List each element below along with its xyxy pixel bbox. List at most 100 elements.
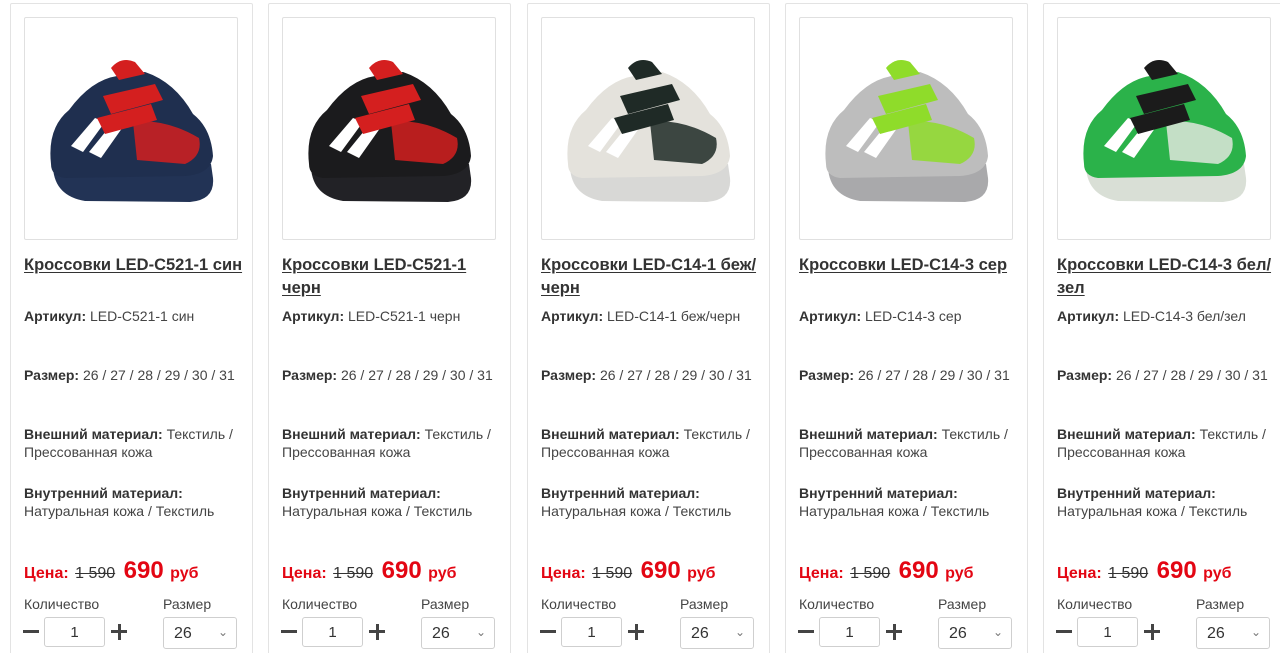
currency: руб: [687, 565, 716, 582]
size-select[interactable]: 26 ⌄: [163, 617, 237, 649]
sneaker-black-red-grow-icon: [308, 60, 472, 202]
outer-material-info: Внешний материал: Текстиль / Прессованна…: [1057, 426, 1266, 460]
quantity-input[interactable]: [1077, 617, 1138, 647]
size-selected: 26: [691, 625, 709, 642]
outer-material-info: Внешний материал: Текстиль / Прессованна…: [24, 426, 233, 460]
new-price: 690: [381, 557, 422, 584]
quantity-label: Количество: [541, 596, 617, 612]
chevron-down-icon: ⌄: [992, 625, 1003, 639]
product-card-2: Кроссовки LED-C521-1 черн Артикул: LED-C…: [268, 3, 511, 653]
new-price: 690: [1156, 557, 1197, 584]
sneaker-beige-black-fashion-icon: [567, 60, 731, 202]
size-select-label: Размер: [421, 596, 470, 612]
price-label: Цена:: [282, 565, 327, 582]
product-card-1: Кроссовки LED-C521-1 син Артикул: LED-C5…: [10, 3, 253, 653]
product-title[interactable]: Кроссовки LED-C14-3 бел/зел: [1057, 254, 1279, 300]
plus-icon[interactable]: [1141, 621, 1163, 643]
quantity-input[interactable]: [302, 617, 363, 647]
quantity-input[interactable]: [44, 617, 105, 647]
quantity-label: Количество: [24, 596, 100, 612]
sneaker-white-green-fashion-icon: [1083, 60, 1247, 202]
size-select[interactable]: 26 ⌄: [421, 617, 495, 649]
currency: руб: [170, 565, 199, 582]
product-title[interactable]: Кроссовки LED-C14-3 сер: [799, 254, 1021, 277]
size-info: Размер: 26 / 27 / 28 / 29 / 30 / 31: [282, 367, 493, 383]
plus-icon[interactable]: [883, 621, 905, 643]
quantity-label: Количество: [799, 596, 875, 612]
product-image[interactable]: [24, 17, 238, 240]
currency: руб: [945, 565, 974, 582]
price-label: Цена:: [541, 565, 586, 582]
quantity-input[interactable]: [561, 617, 622, 647]
quantity-input[interactable]: [819, 617, 880, 647]
sneaker-navy-red-grow-icon: [50, 60, 214, 202]
price-row: Цена: 1 590 690 руб: [541, 557, 763, 585]
product-card-4: Кроссовки LED-C14-3 сер Артикул: LED-C14…: [785, 3, 1028, 653]
chevron-down-icon: ⌄: [217, 625, 228, 639]
price-label: Цена:: [1057, 565, 1102, 582]
currency: руб: [1203, 565, 1232, 582]
old-price: 1 590: [333, 565, 374, 582]
article-info: Артикул: LED-C521-1 син: [24, 308, 195, 324]
price-row: Цена: 1 590 690 руб: [24, 557, 246, 585]
sneaker-grey-fashion-icon: [825, 60, 989, 202]
price-row: Цена: 1 590 690 руб: [282, 557, 504, 585]
product-image[interactable]: [799, 17, 1013, 240]
minus-icon[interactable]: [1053, 621, 1075, 643]
minus-icon[interactable]: [795, 621, 817, 643]
minus-icon[interactable]: [20, 621, 42, 643]
price-label: Цена:: [24, 565, 69, 582]
old-price: 1 590: [850, 565, 891, 582]
size-selected: 26: [174, 625, 192, 642]
size-info: Размер: 26 / 27 / 28 / 29 / 30 / 31: [799, 367, 1010, 383]
size-select-label: Размер: [938, 596, 987, 612]
price-label: Цена:: [799, 565, 844, 582]
size-select[interactable]: 26 ⌄: [1196, 617, 1270, 649]
product-card-5: Кроссовки LED-C14-3 бел/зел Артикул: LED…: [1043, 3, 1280, 653]
outer-material-info: Внешний материал: Текстиль / Прессованна…: [541, 426, 750, 460]
new-price: 690: [898, 557, 939, 584]
product-title[interactable]: Кроссовки LED-C14-1 беж/черн: [541, 254, 763, 300]
product-card-3: Кроссовки LED-C14-1 беж/черн Артикул: LE…: [527, 3, 770, 653]
new-price: 690: [640, 557, 681, 584]
old-price: 1 590: [75, 565, 116, 582]
currency: руб: [428, 565, 457, 582]
product-title[interactable]: Кроссовки LED-C521-1 син: [24, 254, 246, 277]
size-info: Размер: 26 / 27 / 28 / 29 / 30 / 31: [1057, 367, 1268, 383]
chevron-down-icon: ⌄: [475, 625, 486, 639]
old-price: 1 590: [1108, 565, 1149, 582]
product-title[interactable]: Кроссовки LED-C521-1 черн: [282, 254, 504, 300]
minus-icon[interactable]: [537, 621, 559, 643]
plus-icon[interactable]: [366, 621, 388, 643]
inner-material-info: Внутренний материал: Натуральная кожа / …: [799, 485, 990, 519]
inner-material-info: Внутренний материал: Натуральная кожа / …: [282, 485, 473, 519]
outer-material-info: Внешний материал: Текстиль / Прессованна…: [799, 426, 1008, 460]
product-image[interactable]: [1057, 17, 1271, 240]
product-image[interactable]: [282, 17, 496, 240]
article-info: Артикул: LED-C14-3 бел/зел: [1057, 308, 1246, 324]
size-select-label: Размер: [680, 596, 729, 612]
size-info: Размер: 26 / 27 / 28 / 29 / 30 / 31: [24, 367, 235, 383]
minus-icon[interactable]: [278, 621, 300, 643]
article-info: Артикул: LED-C14-3 сер: [799, 308, 962, 324]
size-selected: 26: [432, 625, 450, 642]
size-select-label: Размер: [1196, 596, 1245, 612]
quantity-label: Количество: [1057, 596, 1133, 612]
plus-icon[interactable]: [108, 621, 130, 643]
chevron-down-icon: ⌄: [734, 625, 745, 639]
inner-material-info: Внутренний материал: Натуральная кожа / …: [24, 485, 215, 519]
price-row: Цена: 1 590 690 руб: [799, 557, 1021, 585]
price-row: Цена: 1 590 690 руб: [1057, 557, 1279, 585]
size-select[interactable]: 26 ⌄: [938, 617, 1012, 649]
quantity-label: Количество: [282, 596, 358, 612]
size-select[interactable]: 26 ⌄: [680, 617, 754, 649]
size-select-label: Размер: [163, 596, 212, 612]
chevron-down-icon: ⌄: [1250, 625, 1261, 639]
inner-material-info: Внутренний материал: Натуральная кожа / …: [1057, 485, 1248, 519]
new-price: 690: [123, 557, 164, 584]
article-info: Артикул: LED-C521-1 черн: [282, 308, 461, 324]
product-image[interactable]: [541, 17, 755, 240]
article-info: Артикул: LED-C14-1 беж/черн: [541, 308, 741, 324]
size-info: Размер: 26 / 27 / 28 / 29 / 30 / 31: [541, 367, 752, 383]
plus-icon[interactable]: [625, 621, 647, 643]
